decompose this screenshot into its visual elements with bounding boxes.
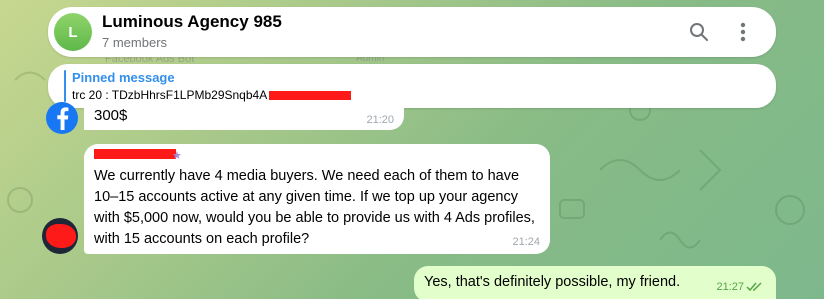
pinned-message[interactable]: Pinned message trc 20 : TDzbHhrsF1LPMb29…	[48, 64, 776, 108]
double-check-icon	[746, 279, 764, 297]
facebook-icon[interactable]	[46, 102, 78, 134]
message-time: 21:27	[716, 281, 744, 293]
member-count: 7 members	[102, 35, 168, 50]
message-text: Yes, that's definitely possible, my frie…	[424, 274, 681, 290]
redacted-sender-name	[94, 149, 176, 159]
outgoing-message-bubble[interactable]: Yes, that's definitely possible, my frie…	[414, 266, 776, 299]
pinned-indicator	[64, 70, 66, 102]
chat-header[interactable]: L Luminous Agency 985 7 members	[48, 7, 776, 57]
pinned-text-value: trc 20 : TDzbHhrsF1LPMb29Snqb4A	[72, 88, 268, 102]
group-avatar[interactable]: L	[54, 13, 92, 51]
pinned-text: trc 20 : TDzbHhrsF1LPMb29Snqb4A	[72, 88, 352, 102]
search-icon[interactable]	[686, 19, 712, 45]
message-bubble[interactable]: ★ We currently have 4 media buyers. We n…	[84, 144, 550, 254]
sender-avatar[interactable]	[42, 218, 78, 254]
pinned-title: Pinned message	[72, 70, 175, 85]
more-vertical-icon[interactable]	[730, 19, 756, 45]
message-text: We currently have 4 media buyers. We nee…	[94, 168, 535, 247]
redaction-mark	[46, 224, 76, 248]
redaction-mark	[269, 91, 352, 101]
message-text: 300$	[94, 107, 128, 124]
message-time: 21:24	[512, 236, 540, 248]
chat-title[interactable]: Luminous Agency 985	[102, 12, 282, 32]
star-icon: ★	[172, 150, 182, 162]
message-time: 21:20	[366, 114, 394, 126]
message-bubble[interactable]: 300$ 21:20	[84, 104, 404, 130]
